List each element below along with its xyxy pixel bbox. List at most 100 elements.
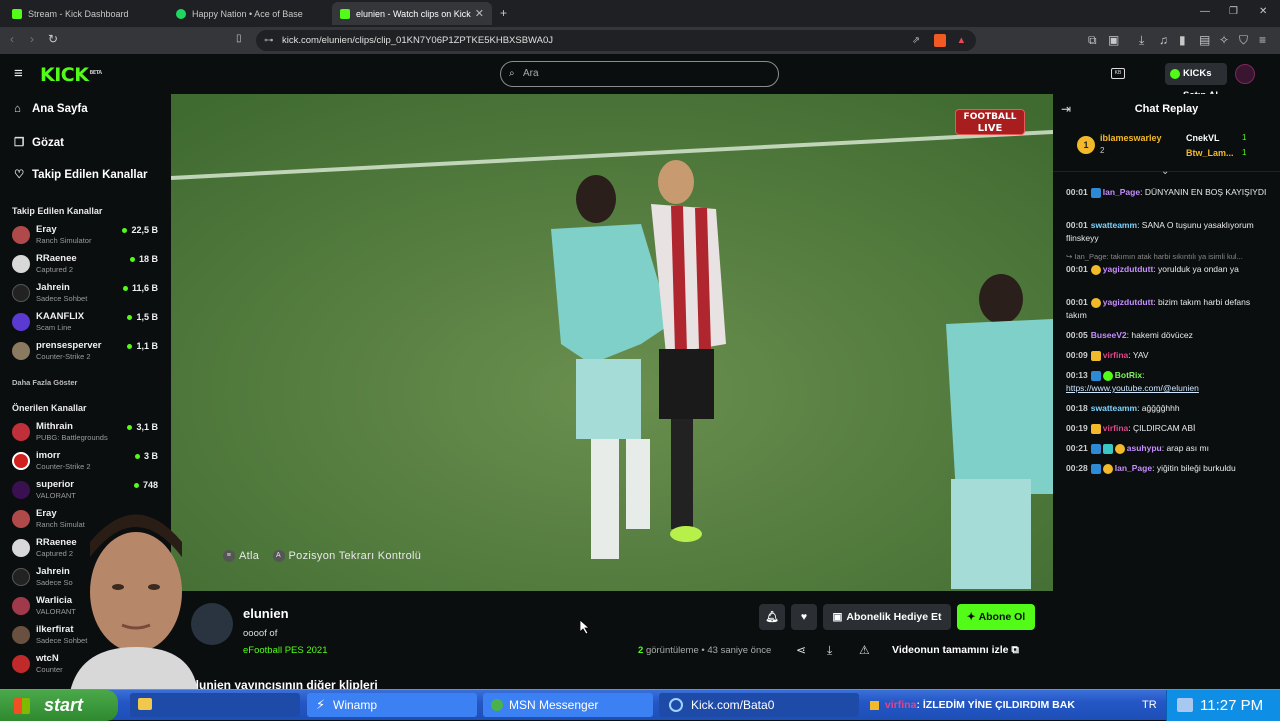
back-icon[interactable]: ‹ [10,32,14,46]
browse-icon: ❐ [14,137,25,149]
expand-leaderboard-icon[interactable]: ⌄ [1161,166,1169,177]
followed-channel-rraenee[interactable]: RRaenee Captured 2 18 B [12,252,162,276]
channel-name: RRaenee [36,253,77,264]
keyboard-icon[interactable]: KB [1111,68,1125,79]
forward-icon[interactable]: › [30,32,34,46]
gift-subscription-button[interactable]: ▣ Abonelik Hediye Et [823,604,951,630]
watch-full-video-link[interactable]: Videonun tamamını izle ⧉ [892,644,1019,657]
download-clip-icon[interactable]: ⤓ [827,643,832,658]
leader-user[interactable]: Btw_Lam... [1186,148,1234,158]
url-text: kick.com/elunien/clips/clip_01KN7Y06P1ZP… [282,35,554,46]
channel-game: Sadece Sohbet [36,294,88,303]
video-player[interactable]: FOOTBALL LIVE ≡ Atla A Pozisyon Tekrarı Ko… [171,94,1053,591]
external-link-icon: ⧉ [1011,644,1019,656]
badge-icon [870,700,879,710]
gift-icon: ▣ [832,611,843,623]
leader-count: 2 [1100,146,1105,155]
close-window-icon[interactable]: ✕ [1259,6,1267,17]
recommended-channel-imorr[interactable]: imorr Counter-Strike 2 3 B [12,449,162,473]
close-tab-icon[interactable]: ✕ [475,7,484,20]
brave-rewards-icon[interactable]: ▲ [957,30,966,51]
kick-logo[interactable]: KICKBETA [40,64,102,86]
reload-icon[interactable]: ↻ [48,32,58,46]
nav-browse[interactable]: ❐ Gözat [14,135,64,149]
windows-logo-icon [14,698,30,714]
taskbar-clock: 11:27 PM [1200,697,1264,714]
start-button[interactable]: start [0,690,118,721]
extensions-icon[interactable]: ⧉ [1088,33,1097,48]
streamer-name[interactable]: elunien [243,606,289,621]
followed-channel-kaanflix[interactable]: KAANFLIX Scam Line 1,5 B [12,310,162,334]
buy-kicks-button[interactable]: KICKs Satın Al [1165,63,1227,101]
tab-elunien-clips[interactable]: elunien - Watch clips on Kick ✕ [332,2,492,25]
followed-channel-prensesperver[interactable]: prensesperver Counter-Strike 2 1,1 B [12,339,162,363]
rank-badge: 1 [1077,136,1095,154]
nav-home[interactable]: ⌂ Ana Sayfa [14,103,88,115]
screenshot-icon[interactable]: ▣ [1108,33,1119,47]
chat-message: 00:18 swatteamm: ağğğğhhh [1066,403,1180,413]
followed-channel-jahrein[interactable]: Jahrein Sadece Sohbet 11,6 B [12,281,162,305]
kicks-coin-icon [1170,69,1180,79]
channel-name: prensesperver [36,340,102,351]
wallet-icon[interactable]: ▤ [1199,33,1210,47]
chat-link[interactable]: https://www.youtube.com/@elunien [1066,383,1199,393]
recommended-channel-mithrain[interactable]: Mithrain PUBG: Battlegrounds 3,1 B [12,420,162,444]
sidebar-toggle-icon[interactable]: ▮ [1179,33,1186,47]
network-icon[interactable] [1177,698,1193,712]
channel-name: Eray [36,224,57,235]
tab-kick-dashboard[interactable]: Stream - Kick Dashboard [4,2,164,25]
leo-ai-icon[interactable]: ✧ [1219,33,1229,47]
spotify-favicon-icon [176,8,186,19]
site-info-icon[interactable]: ⊶ [264,30,274,51]
msn-icon [491,699,503,711]
vpn-icon[interactable]: ⛉ [1239,33,1248,48]
followed-channel-eray[interactable]: Eray Ranch Simulator 22,5 B [12,223,162,247]
clip-title: oooof of [243,628,278,639]
leader-user[interactable]: CnekVL [1186,133,1220,143]
language-indicator[interactable]: TR [1142,690,1157,721]
user-avatar[interactable] [1235,64,1255,84]
game-link[interactable]: eFootball PES 2021 [243,645,328,656]
viewer-count: 3,1 B [127,422,158,432]
avatar [12,597,30,615]
chat-message: 00:13 BotRix: https://www.youtube.com/@el… [1066,370,1199,393]
share-icon[interactable]: ⋖ [796,643,806,657]
viewer-count: 18 B [130,254,158,264]
viewer-count: 3 B [135,451,158,461]
nav-following[interactable]: ♡ Takip Edilen Kanallar [14,167,147,181]
new-tab-icon[interactable]: + [500,6,507,20]
minimize-icon[interactable]: — [1200,6,1210,17]
avatar [12,539,30,557]
taskbar-item-msn[interactable]: MSN Messenger [483,693,653,717]
taskbar-label: MSN Messenger [509,698,599,712]
share-icon[interactable]: ⇗ [912,30,920,51]
download-icon[interactable]: ⤓ [1139,33,1144,48]
restore-icon[interactable]: ❐ [1229,6,1238,17]
taskbar-item-browser[interactable]: Kick.com/Bata0 [659,693,859,717]
channel-name: Warlicia [36,595,73,606]
taskbar-item-folder[interactable] [130,693,300,717]
url-input[interactable]: ⊶ kick.com/elunien/clips/clip_01KN7Y06P1… [256,30,976,51]
subscribe-button[interactable]: ✦ Abone Ol [957,604,1035,630]
report-icon[interactable]: ⚠ [859,643,870,657]
avatar [12,452,30,470]
chat-message: 00:19 virfina: ÇILDIRCAM ABİ [1066,423,1196,434]
menu-icon[interactable]: ≡ [1259,33,1266,47]
bookmark-icon[interactable]: ▯ [236,33,242,44]
notification-bell-button[interactable]: 🔔︎ [759,604,785,630]
leader-count: 1 [1242,133,1247,142]
viewer-count: 22,5 B [122,225,158,235]
avatar [12,226,30,244]
tab-music[interactable]: Happy Nation • Ace of Base [168,2,328,25]
brave-shield-icon[interactable] [934,34,946,47]
leader-user[interactable]: iblameswarley [1100,133,1162,143]
show-more-link[interactable]: Daha Fazla Göster [12,378,77,387]
follow-button[interactable]: ♥ [791,604,817,630]
media-icon[interactable]: ♫ [1159,33,1168,47]
channel-name: Eray [36,508,57,519]
taskbar-item-winamp[interactable]: ⚡︎ Winamp [307,693,477,717]
home-icon: ⌂ [14,103,21,115]
heart-icon: ♡ [14,169,25,181]
hamburger-menu-icon[interactable]: ≡ [14,65,23,82]
search-input[interactable]: ⌕ Ara [500,61,779,87]
